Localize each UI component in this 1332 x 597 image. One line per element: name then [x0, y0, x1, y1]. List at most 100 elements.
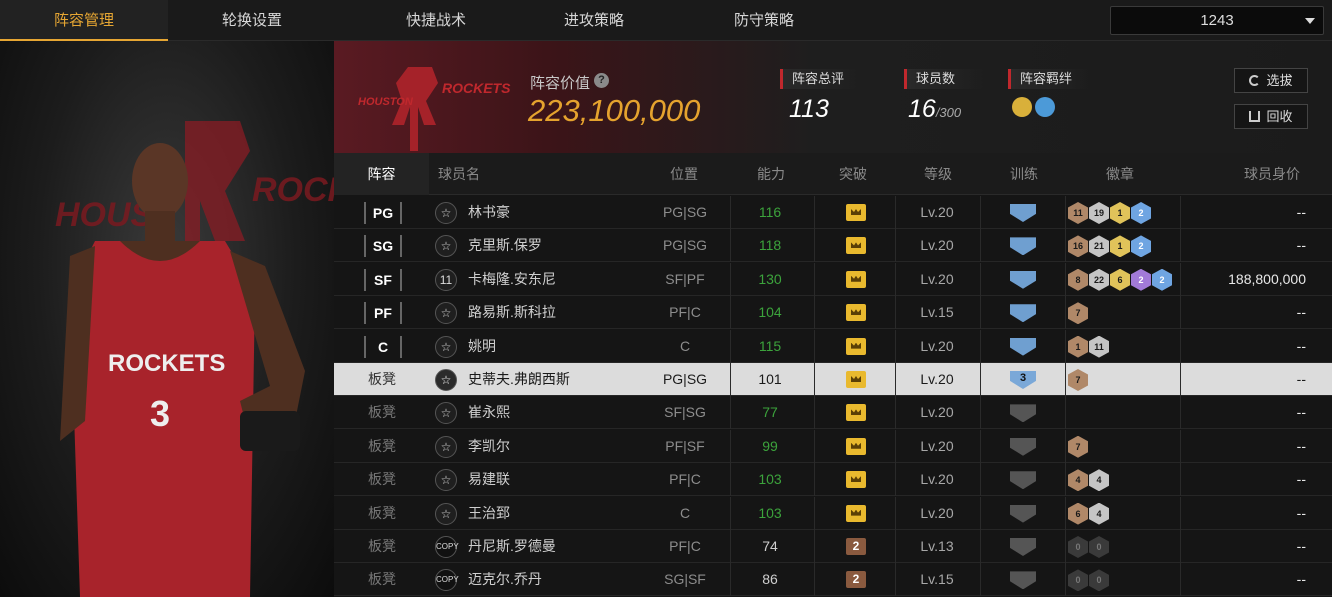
bench-label[interactable]: 板凳 — [368, 363, 396, 396]
col-position: 位置 — [670, 166, 698, 182]
player-price: -- — [1296, 571, 1306, 588]
table-row[interactable]: 板凳 ☆ 崔永熙 SF|SG 77 Lv.20 -- — [334, 396, 1332, 430]
badge-list[interactable]: 8 22 6 2 2 — [1068, 268, 1173, 291]
badge-list[interactable]: 7 — [1068, 435, 1089, 458]
training-cell[interactable] — [980, 396, 1066, 430]
badge-icon: 2 — [1131, 268, 1151, 291]
player-name[interactable]: 王治郅 — [468, 497, 510, 530]
player-level: Lv.20 — [920, 504, 954, 521]
slot-badge[interactable]: SF — [364, 268, 402, 291]
breakthrough-cell[interactable]: 2 — [814, 563, 896, 597]
breakthrough-cell[interactable] — [814, 429, 896, 463]
breakthrough-cell[interactable] — [814, 229, 896, 263]
table-row[interactable]: 板凳 ☆ 易建联 PF|C 103 Lv.20 4 4 -- — [334, 463, 1332, 497]
training-cell[interactable]: 3 — [980, 363, 1066, 396]
player-name[interactable]: 路易斯.斯科拉 — [468, 296, 556, 329]
player-name[interactable]: 林书豪 — [468, 196, 510, 229]
table-row[interactable]: 板凳 ☆ 史蒂夫.弗朗西斯 PG|SG 101 Lv.20 3 7 -- — [334, 363, 1332, 396]
training-cell[interactable] — [980, 429, 1066, 463]
player-name[interactable]: 姚明 — [468, 330, 496, 363]
slot-badge[interactable]: C — [364, 335, 402, 358]
training-cell[interactable] — [980, 563, 1066, 597]
recycle-button[interactable]: 回收 — [1234, 104, 1308, 129]
training-cell[interactable] — [980, 229, 1066, 263]
slot-badge[interactable]: SG — [364, 235, 402, 258]
badge-list[interactable]: 00 — [1068, 569, 1110, 592]
breakthrough-cell[interactable] — [814, 463, 896, 497]
tab-rotation[interactable]: 轮换设置 — [168, 0, 336, 41]
badge-list[interactable]: 7 — [1068, 302, 1089, 325]
server-select[interactable]: 1243 — [1110, 6, 1324, 35]
badge-list[interactable]: 7 — [1068, 369, 1089, 391]
bond-icons[interactable] — [1012, 97, 1058, 122]
badge-list[interactable]: 11 19 1 2 — [1068, 202, 1152, 224]
col-lineup[interactable]: 阵容 — [334, 153, 429, 195]
bench-label[interactable]: 板凳 — [368, 463, 396, 496]
table-row[interactable]: 板凳 ☆ 李凯尔 PF|SF 99 Lv.20 7 -- — [334, 429, 1332, 463]
bench-label[interactable]: 板凳 — [368, 497, 396, 530]
breakthrough-cell[interactable] — [814, 329, 896, 363]
bench-label[interactable]: 板凳 — [368, 430, 396, 463]
slot-badge[interactable]: PF — [364, 302, 402, 325]
breakthrough-cell[interactable] — [814, 196, 896, 229]
table-row[interactable]: PF ☆ 路易斯.斯科拉 PF|C 104 Lv.15 7 -- — [334, 296, 1332, 330]
player-name[interactable]: 迈克尔.乔丹 — [468, 563, 542, 596]
training-cell[interactable] — [980, 329, 1066, 363]
table-row[interactable]: C ☆ 姚明 C 115 Lv.20 1 11 -- — [334, 329, 1332, 363]
badge-icon: 6 — [1110, 268, 1130, 291]
breakthrough-cell[interactable] — [814, 363, 896, 396]
player-name[interactable]: 史蒂夫.弗朗西斯 — [468, 363, 570, 396]
player-type-icon: ☆ — [435, 469, 457, 492]
bench-label[interactable]: 板凳 — [368, 396, 396, 429]
training-cell[interactable] — [980, 463, 1066, 497]
training-cell[interactable] — [980, 530, 1066, 563]
badge-list[interactable]: 44 — [1068, 469, 1110, 492]
bench-label[interactable]: 板凳 — [368, 530, 396, 563]
select-button[interactable]: 选拔 — [1234, 68, 1308, 93]
player-price: -- — [1296, 304, 1306, 321]
training-cell[interactable] — [980, 262, 1066, 296]
table-row[interactable]: 板凳 COPY 丹尼斯.罗德曼 PF|C 74 2 Lv.13 0 0 -- — [334, 530, 1332, 563]
player-name[interactable]: 卡梅隆.安东尼 — [468, 263, 556, 296]
badge-icon: 7 — [1068, 302, 1088, 325]
help-icon[interactable]: ? — [594, 73, 609, 88]
training-shield-icon — [1010, 571, 1036, 590]
table-row[interactable]: 板凳 COPY 迈克尔.乔丹 SG|SF 86 2 Lv.15 0 0 -- — [334, 563, 1332, 597]
breakthrough-cell[interactable] — [814, 262, 896, 296]
bond-gold-icon — [1012, 97, 1032, 117]
player-name[interactable]: 李凯尔 — [468, 430, 510, 463]
player-name[interactable]: 易建联 — [468, 463, 510, 496]
player-name[interactable]: 克里斯.保罗 — [468, 229, 542, 262]
tab-lineup[interactable]: 阵容管理 — [0, 0, 168, 41]
tab-offense[interactable]: 进攻策略 — [510, 0, 678, 41]
training-shield-icon — [1010, 437, 1036, 456]
breakthrough-cell[interactable] — [814, 296, 896, 330]
table-row[interactable]: SG ☆ 克里斯.保罗 PG|SG 118 Lv.20 16 21 1 2 -- — [334, 229, 1332, 263]
table-row[interactable]: SF 11 卡梅隆.安东尼 SF|PF 130 Lv.20 8 22 6 2 2 188,800,00… — [334, 262, 1332, 296]
table-row[interactable]: 板凳 ☆ 王治郅 C 103 Lv.20 6 4 -- — [334, 496, 1332, 530]
breakthrough-cell[interactable] — [814, 496, 896, 530]
training-cell[interactable] — [980, 296, 1066, 330]
player-price: 188,800,000 — [1228, 270, 1306, 287]
player-level: Lv.20 — [920, 204, 954, 220]
training-cell[interactable] — [980, 196, 1066, 229]
breakthrough-cell[interactable]: 2 — [814, 530, 896, 563]
badge-icon: 1 — [1068, 335, 1088, 358]
player-name[interactable]: 丹尼斯.罗德曼 — [468, 530, 556, 563]
badge-list[interactable]: 00 — [1068, 536, 1110, 558]
bench-label[interactable]: 板凳 — [368, 563, 396, 596]
breakthrough-cell[interactable] — [814, 396, 896, 430]
crown-icon — [846, 337, 866, 355]
table-row[interactable]: PG ☆ 林书豪 PG|SG 116 Lv.20 11 19 1 2 -- — [334, 196, 1332, 229]
player-name[interactable]: 崔永熙 — [468, 396, 510, 429]
badge-list[interactable]: 64 — [1068, 502, 1110, 525]
badge-list[interactable]: 16 21 1 2 — [1068, 235, 1152, 258]
training-cell[interactable] — [980, 496, 1066, 530]
crown-icon — [846, 437, 866, 455]
badge-list[interactable]: 1 11 — [1068, 335, 1110, 358]
slot-badge[interactable]: PG — [364, 202, 402, 224]
player-level: Lv.20 — [920, 371, 954, 387]
tab-quick-tactics[interactable]: 快捷战术 — [352, 0, 520, 41]
tab-defense[interactable]: 防守策略 — [680, 0, 848, 41]
training-shield-icon — [1010, 504, 1036, 523]
